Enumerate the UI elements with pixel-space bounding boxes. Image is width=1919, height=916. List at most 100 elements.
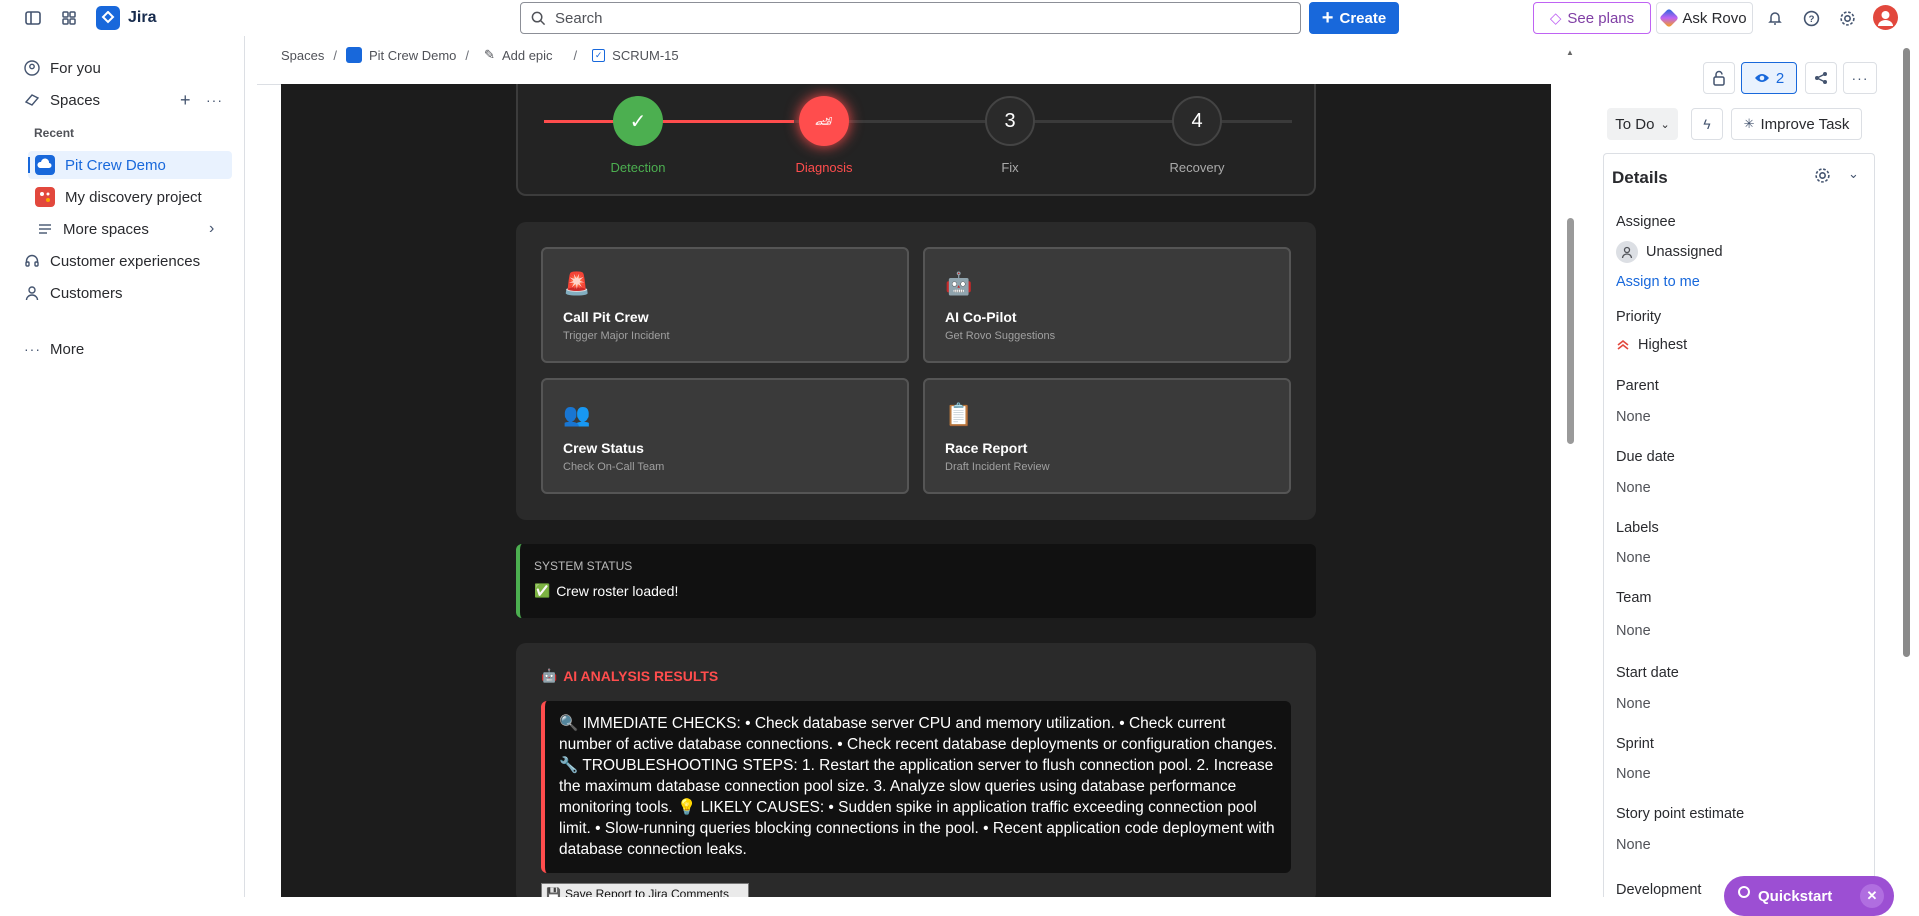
share-button[interactable] — [1805, 62, 1837, 94]
call-pit-crew-button[interactable]: 🚨 Call Pit Crew Trigger Major Incident — [541, 247, 909, 363]
sidebar-item-pit-crew-demo[interactable]: Pit Crew Demo — [35, 151, 166, 179]
chevron-right-icon: › — [209, 220, 215, 237]
assign-to-me-link[interactable]: Assign to me — [1616, 274, 1700, 290]
app-name: Jira — [128, 9, 157, 26]
siren-icon: 🚨 — [563, 271, 591, 296]
jira-home-link[interactable]: Jira — [96, 6, 156, 30]
quickstart-button[interactable]: Quickstart ✕ — [1724, 876, 1894, 916]
due-date-label: Due date — [1616, 449, 1675, 465]
step-detection-label: Detection — [610, 160, 666, 175]
quickstart-icon — [1738, 886, 1750, 898]
progress-line-done — [544, 120, 794, 123]
priority-field[interactable]: Highest — [1616, 337, 1687, 353]
main-scrollbar[interactable]: ▲ — [1565, 48, 1575, 897]
sidebar-toggle-icon[interactable] — [20, 5, 46, 31]
chevron-down-icon: ⌄ — [1660, 118, 1670, 131]
status-message: Crew roster loaded! — [556, 583, 679, 599]
save-report-label: Save Report to Jira Comments — [564, 887, 730, 897]
breadcrumb-project[interactable]: Pit Crew Demo — [369, 48, 456, 63]
add-space-icon[interactable]: + — [180, 90, 191, 111]
search-input[interactable]: Search — [520, 2, 1301, 34]
sidebar-item-label: Pit Crew Demo — [65, 156, 166, 174]
rovo-icon — [1659, 8, 1680, 28]
list-icon — [39, 224, 51, 234]
story-point-value[interactable]: None — [1616, 837, 1651, 853]
assignee-field[interactable]: Unassigned — [1616, 241, 1723, 263]
tile-subtitle: Trigger Major Incident — [563, 330, 670, 342]
parent-value[interactable]: None — [1616, 409, 1651, 425]
race-report-button[interactable]: 📋 Race Report Draft Incident Review — [923, 378, 1291, 494]
eye-icon — [1754, 74, 1769, 82]
story-point-label: Story point estimate — [1616, 806, 1745, 822]
person-circle-icon — [24, 60, 40, 76]
watchers-button[interactable]: 2 — [1741, 62, 1797, 94]
settings-icon[interactable] — [1834, 5, 1860, 31]
breadcrumb-add-epic[interactable]: Add epic — [502, 48, 553, 63]
more-options-icon[interactable]: ··· — [206, 92, 223, 108]
breadcrumb-separator: / — [573, 47, 578, 63]
ai-co-pilot-button[interactable]: 🤖 AI Co-Pilot Get Rovo Suggestions — [923, 247, 1291, 363]
bell-icon[interactable] — [1762, 5, 1788, 31]
improve-task-label: Improve Task — [1760, 115, 1850, 133]
team-value[interactable]: None — [1616, 623, 1651, 639]
close-icon[interactable]: ✕ — [1860, 884, 1884, 908]
sidebar-item-label: My discovery project — [65, 188, 202, 206]
scrollbar-thumb[interactable] — [1903, 48, 1910, 657]
priority-value: Highest — [1638, 337, 1688, 353]
see-plans-button[interactable]: ◇ See plans — [1533, 2, 1651, 34]
person-icon — [25, 286, 39, 301]
sidebar-item-more-spaces[interactable]: More spaces › — [37, 215, 227, 243]
sidebar-item-label: More — [50, 340, 85, 358]
details-scrollbar[interactable] — [1901, 48, 1911, 897]
breadcrumb-separator: / — [333, 47, 337, 63]
automation-button[interactable]: ϟ — [1691, 108, 1723, 140]
tile-subtitle: Get Rovo Suggestions — [945, 330, 1056, 342]
tile-title: Call Pit Crew — [563, 309, 649, 325]
labels-label: Labels — [1616, 520, 1659, 536]
scrollbar-thumb[interactable] — [1567, 218, 1574, 444]
pit-crew-app: ✓ Detection 🏎 Diagnosis 3 Fix 4 Recovery… — [281, 84, 1551, 897]
labels-value[interactable]: None — [1616, 550, 1651, 566]
project-cloud-icon — [35, 155, 55, 175]
sidebar-item-customer-experiences[interactable]: Customer experiences — [24, 247, 200, 275]
due-date-value[interactable]: None — [1616, 480, 1651, 496]
crew-status-button[interactable]: 👥 Crew Status Check On-Call Team — [541, 378, 909, 494]
status-message-row: ✅ Crew roster loaded! — [534, 583, 678, 599]
sidebar-item-label: More spaces — [63, 220, 149, 238]
sidebar-item-more[interactable]: ··· More — [24, 335, 84, 363]
user-avatar[interactable] — [1873, 5, 1898, 30]
scroll-up-icon[interactable]: ▲ — [1565, 48, 1575, 58]
help-icon[interactable]: ? — [1798, 5, 1824, 31]
breadcrumb-spaces[interactable]: Spaces — [281, 48, 324, 63]
ask-rovo-button[interactable]: Ask Rovo — [1656, 2, 1753, 34]
sidebar-item-my-discovery-project[interactable]: My discovery project — [35, 183, 202, 211]
check-icon: ✅ — [534, 583, 551, 598]
save-report-button[interactable]: 💾 Save Report to Jira Comments — [541, 883, 749, 897]
sidebar-item-for-you[interactable]: For you — [24, 54, 101, 82]
status-dropdown[interactable]: To Do ⌄ — [1607, 108, 1678, 140]
status-label: To Do — [1615, 115, 1655, 133]
create-button[interactable]: + Create — [1309, 2, 1399, 34]
search-placeholder: Search — [555, 9, 603, 27]
collapse-chevron-icon[interactable]: ⌄ — [1848, 166, 1859, 182]
sidebar-item-label: Customers — [50, 284, 123, 302]
assignee-label: Assignee — [1616, 214, 1676, 230]
unassigned-avatar-icon — [1616, 241, 1638, 263]
details-settings-icon[interactable] — [1814, 167, 1831, 188]
sidebar-item-customers[interactable]: Customers — [24, 279, 123, 307]
details-title: Details — [1612, 168, 1668, 187]
top-navigation: Jira Search + Create ◇ See plans Ask Rov… — [0, 0, 1919, 36]
more-dots-icon: ··· — [1851, 70, 1869, 86]
sprint-value[interactable]: None — [1616, 766, 1651, 782]
create-label: Create — [1339, 9, 1387, 27]
improve-task-button[interactable]: ✳ Improve Task — [1731, 108, 1862, 140]
step-fix-icon: 3 — [985, 96, 1035, 146]
app-switcher-icon[interactable] — [56, 5, 82, 31]
more-actions-button[interactable]: ··· — [1843, 62, 1877, 94]
svg-text:?: ? — [1808, 14, 1814, 25]
sidebar-item-spaces[interactable]: Spaces + ··· — [24, 86, 234, 114]
quickstart-label: Quickstart — [1758, 887, 1833, 905]
start-date-value[interactable]: None — [1616, 696, 1651, 712]
lock-button[interactable] — [1703, 62, 1735, 94]
breadcrumb-issue-key[interactable]: SCRUM-15 — [612, 48, 678, 63]
